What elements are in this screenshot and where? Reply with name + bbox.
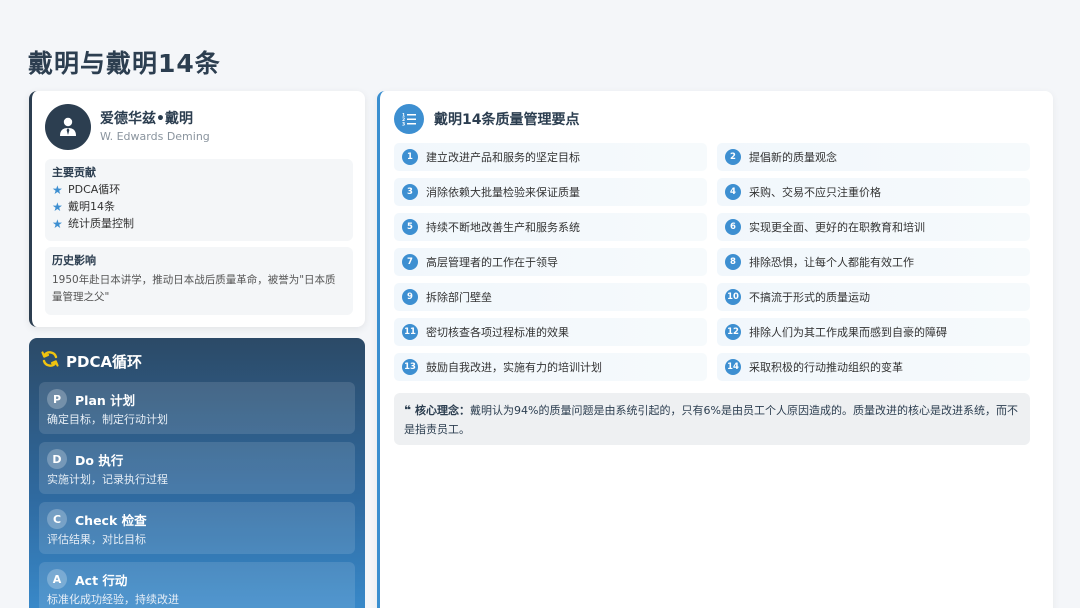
step-badge: D [47, 449, 67, 469]
point-text: 采取积极的行动推动组织的变革 [749, 361, 903, 374]
step-row: D Do 执行 [47, 448, 347, 470]
contributions-box: 主要贡献 ★ PDCA循环 ★ 戴明14条 ★ 统计质量控制 [45, 159, 353, 241]
pdca-step-act: A Act 行动 标准化成功经验，持续改进 [39, 562, 355, 608]
profile-card: 爱德华兹•戴明 W. Edwards Deming 主要贡献 ★ PDCA循环 … [29, 91, 365, 327]
contribution-item: ★ PDCA循环 [52, 182, 345, 198]
point-number: 11 [402, 324, 418, 340]
point-number: 6 [725, 219, 741, 235]
point-text: 采购、交易不应只注重价格 [749, 186, 881, 199]
contribution-text: 统计质量控制 [68, 217, 134, 230]
point-number: 9 [402, 289, 418, 305]
list-item: 2 提倡新的质量观念 [717, 143, 1030, 171]
name-block: 爱德华兹•戴明 W. Edwards Deming [100, 110, 210, 145]
pdca-header: PDCA循环 [41, 348, 355, 374]
point-number: 13 [402, 359, 418, 375]
step-name: Do 执行 [75, 452, 124, 468]
svg-text:3: 3 [402, 122, 405, 127]
page: 戴明与戴明14条 爱德华兹•戴明 W. Edwards Deming 主要贡献 … [0, 0, 1080, 608]
step-desc: 实施计划，记录执行过程 [47, 473, 168, 486]
list-item: 14 采取积极的行动推动组织的变革 [717, 353, 1030, 381]
point-number: 5 [402, 219, 418, 235]
point-number: 4 [725, 184, 741, 200]
step-desc: 标准化成功经验，持续改进 [47, 593, 179, 606]
star-icon: ★ [52, 217, 63, 231]
list-item: 13 鼓励自我改进，实施有力的培训计划 [394, 353, 707, 381]
star-icon: ★ [52, 200, 63, 214]
step-row: A Act 行动 [47, 568, 347, 590]
point-text: 提倡新的质量观念 [749, 151, 837, 164]
step-badge: P [47, 389, 67, 409]
contribution-item: ★ 戴明14条 [52, 199, 345, 215]
history-title: 历史影响 [52, 254, 96, 267]
step-desc: 评估结果，对比目标 [47, 533, 146, 546]
point-text: 排除人们为其工作成果而感到自豪的障碍 [749, 326, 947, 339]
point-text: 密切核查各项过程标准的效果 [426, 326, 569, 339]
point-text: 拆除部门壁垒 [426, 291, 492, 304]
step-name: Check 检查 [75, 512, 147, 528]
page-title: 戴明与戴明14条 [28, 49, 221, 78]
contribution-text: 戴明14条 [68, 200, 115, 213]
point-text: 持续不断地改善生产和服务系统 [426, 221, 580, 234]
step-name: Act 行动 [75, 572, 128, 588]
point-number: 3 [402, 184, 418, 200]
core-label: 核心理念： [415, 404, 471, 417]
core-text: 戴明认为94%的质量问题是由系统引起的，只有6%是由员工个人原因造成的。质量改进… [404, 404, 1018, 436]
list-item: 3 消除依赖大批量检验来保证质量 [394, 178, 707, 206]
quote-left-icon: ❝ [404, 403, 412, 417]
person-name-en: W. Edwards Deming [100, 129, 210, 143]
point-number: 2 [725, 149, 741, 165]
contributions-title: 主要贡献 [52, 166, 96, 179]
fourteen-points-header: 1 2 3 戴明14条质量管理要点 [394, 103, 1039, 135]
list-item: 8 排除恐惧，让每个人都能有效工作 [717, 248, 1030, 276]
pdca-step-check: C Check 检查 评估结果，对比目标 [39, 502, 355, 554]
step-badge: C [47, 509, 67, 529]
point-text: 消除依赖大批量检验来保证质量 [426, 186, 580, 199]
list-item: 11 密切核查各项过程标准的效果 [394, 318, 707, 346]
pdca-card: PDCA循环 P Plan 计划 确定目标，制定行动计划 D Do 执行 实施计… [29, 338, 365, 608]
point-text: 排除恐惧，让每个人都能有效工作 [749, 256, 914, 269]
step-row: P Plan 计划 [47, 388, 347, 410]
list-item: 5 持续不断地改善生产和服务系统 [394, 213, 707, 241]
history-box: 历史影响 1950年赴日本讲学，推动日本战后质量革命，被誉为"日本质量管理之父" [45, 247, 353, 315]
point-number: 12 [725, 324, 741, 340]
profile-header: 爱德华兹•戴明 W. Edwards Deming [45, 103, 353, 151]
step-desc: 确定目标，制定行动计划 [47, 413, 168, 426]
list-item: 1 建立改进产品和服务的坚定目标 [394, 143, 707, 171]
point-number: 14 [725, 359, 741, 375]
point-text: 实现更全面、更好的在职教育和培训 [749, 221, 925, 234]
point-number: 10 [725, 289, 741, 305]
point-number: 7 [402, 254, 418, 270]
list-item: 9 拆除部门壁垒 [394, 283, 707, 311]
step-badge: A [47, 569, 67, 589]
step-row: C Check 检查 [47, 508, 347, 530]
list-item: 6 实现更全面、更好的在职教育和培训 [717, 213, 1030, 241]
fourteen-points-card: 1 2 3 戴明14条质量管理要点 1 建立改进产品和服务的坚定目标 2 提倡新的质… [377, 91, 1053, 608]
person-name-cn: 爱德华兹•戴明 [100, 110, 193, 127]
pdca-step-plan: P Plan 计划 确定目标，制定行动计划 [39, 382, 355, 434]
contribution-item: ★ 统计质量控制 [52, 216, 345, 232]
list-item: 10 不搞流于形式的质量运动 [717, 283, 1030, 311]
point-text: 鼓励自我改进，实施有力的培训计划 [426, 361, 602, 374]
list-item: 7 高层管理者的工作在于领导 [394, 248, 707, 276]
point-text: 高层管理者的工作在于领导 [426, 256, 558, 269]
user-tie-icon [45, 104, 91, 150]
contribution-text: PDCA循环 [68, 183, 121, 196]
point-text: 建立改进产品和服务的坚定目标 [426, 151, 580, 164]
list-ol-icon: 1 2 3 [394, 104, 424, 134]
list-item: 12 排除人们为其工作成果而感到自豪的障碍 [717, 318, 1030, 346]
pdca-step-do: D Do 执行 实施计划，记录执行过程 [39, 442, 355, 494]
history-text: 1950年赴日本讲学，推动日本战后质量革命，被誉为"日本质量管理之父" [52, 274, 336, 303]
pdca-title: PDCA循环 [66, 352, 143, 371]
point-number: 1 [402, 149, 418, 165]
fourteen-points-title: 戴明14条质量管理要点 [434, 112, 580, 128]
point-number: 8 [725, 254, 741, 270]
point-text: 不搞流于形式的质量运动 [749, 291, 870, 304]
star-icon: ★ [52, 183, 63, 197]
core-philosophy-box: ❝ 核心理念：戴明认为94%的质量问题是由系统引起的，只有6%是由员工个人原因造成… [394, 393, 1030, 445]
step-name: Plan 计划 [75, 392, 136, 408]
list-item: 4 采购、交易不应只注重价格 [717, 178, 1030, 206]
sync-icon [41, 350, 59, 373]
points-grid: 1 建立改进产品和服务的坚定目标 2 提倡新的质量观念 3 消除依赖大批量检验来保证质… [394, 143, 1039, 381]
